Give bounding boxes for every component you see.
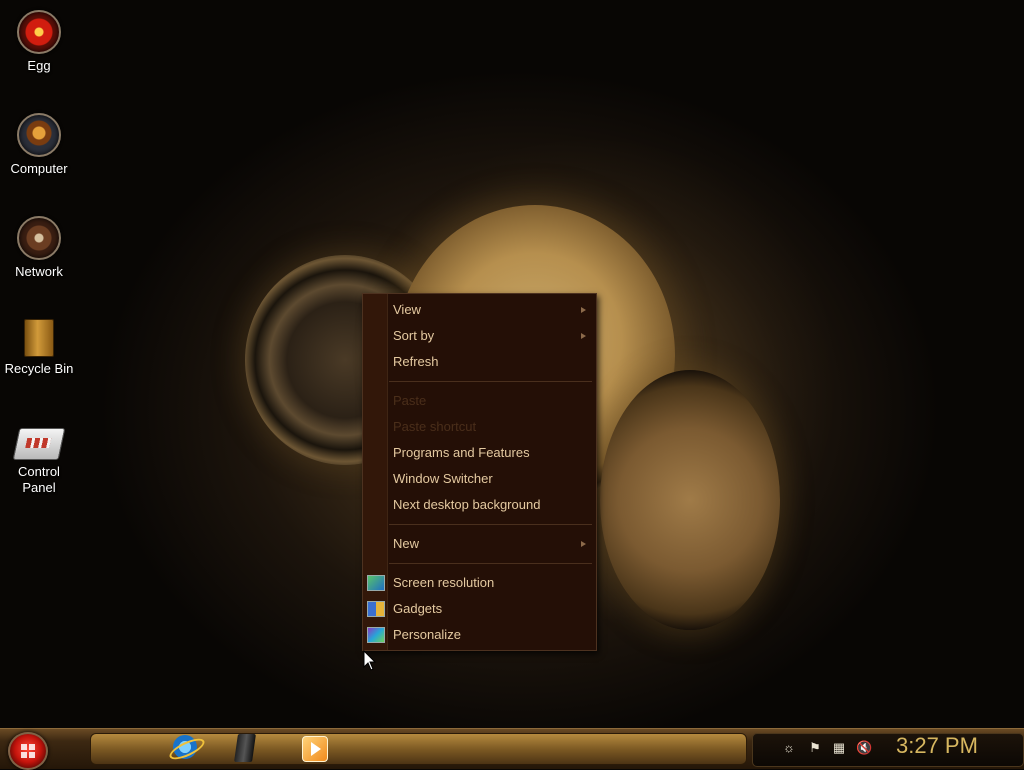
control-panel-icon (12, 428, 66, 460)
computer-orb-icon (17, 113, 61, 157)
windows-start-orb-icon[interactable] (8, 732, 48, 770)
taskbar-internet-explorer[interactable] (166, 733, 208, 764)
recycle-bin-icon (24, 319, 54, 357)
mouse-pointer-icon (363, 650, 377, 671)
menu-item-label: New (393, 536, 420, 551)
personalize-icon (367, 627, 385, 643)
taskbar-clock[interactable]: 3:27 PM (896, 732, 1016, 760)
menu-item-label: Sort by (393, 328, 435, 343)
screen-resolution-icon (367, 575, 385, 591)
menu-item-refresh[interactable]: Refresh (363, 349, 596, 375)
menu-item-next-desktop-background[interactable]: Next desktop background (363, 492, 596, 518)
desktop-icon-network[interactable]: Network (0, 216, 78, 279)
menu-item-window-switcher[interactable]: Window Switcher (363, 466, 596, 492)
desktop-icon-label: Egg (27, 58, 51, 73)
desktop-icon-label: Control Panel (18, 464, 60, 495)
menu-item-label: Programs and Features (393, 445, 530, 460)
gadgets-icon (367, 601, 385, 617)
menu-item-personalize[interactable]: Personalize (363, 622, 596, 648)
desktop-icon-label: Recycle Bin (4, 361, 74, 376)
desktop-icon-label: Computer (10, 161, 68, 176)
wallpaper-grill-ornament (600, 370, 780, 630)
network-orb-icon (17, 216, 61, 260)
action-center-flag-icon[interactable]: ⚑ (808, 741, 822, 755)
egg-orb-icon (17, 10, 61, 54)
desktop-icon-egg[interactable]: Egg (0, 10, 78, 73)
desktop-icon-computer[interactable]: Computer (0, 113, 78, 176)
media-player-icon[interactable] (302, 736, 328, 762)
desktop-icon-recycle-bin[interactable]: Recycle Bin (0, 319, 78, 376)
menu-item-screen-resolution[interactable]: Screen resolution (363, 570, 596, 596)
menu-item-paste-shortcut: Paste shortcut (363, 414, 596, 440)
menu-item-label: Paste shortcut (393, 419, 477, 434)
submenu-arrow-icon (581, 307, 586, 313)
menu-item-label: Gadgets (393, 601, 443, 616)
menu-item-programs-and-features[interactable]: Programs and Features (363, 440, 596, 466)
desktop-icon-control-panel[interactable]: Control Panel (0, 428, 78, 496)
menu-separator (389, 524, 592, 525)
settings-gear-icon[interactable]: ☼ (782, 741, 796, 755)
volume-muted-icon[interactable]: 🔇 (856, 741, 872, 755)
desktop-icon-label: Network (15, 264, 63, 279)
menu-item-label: Screen resolution (393, 575, 495, 590)
menu-item-label: Window Switcher (393, 471, 493, 486)
menu-item-new[interactable]: New (363, 531, 596, 557)
menu-item-sort-by[interactable]: Sort by (363, 323, 596, 349)
menu-item-label: Paste (393, 393, 427, 408)
menu-item-gadgets[interactable]: Gadgets (363, 596, 596, 622)
menu-item-view[interactable]: View (363, 297, 596, 323)
menu-item-label: Next desktop background (393, 497, 541, 512)
network-icon[interactable]: ▦ (832, 741, 846, 755)
menu-item-label: View (393, 302, 421, 317)
menu-separator (389, 381, 592, 382)
desktop-context-menu: View Sort by Refresh Paste Paste shortcu… (362, 293, 597, 651)
submenu-arrow-icon (581, 333, 586, 339)
menu-item-label: Refresh (393, 354, 439, 369)
menu-item-label: Personalize (393, 627, 461, 642)
submenu-arrow-icon (581, 541, 586, 547)
menu-item-paste: Paste (363, 388, 596, 414)
menu-separator (389, 563, 592, 564)
